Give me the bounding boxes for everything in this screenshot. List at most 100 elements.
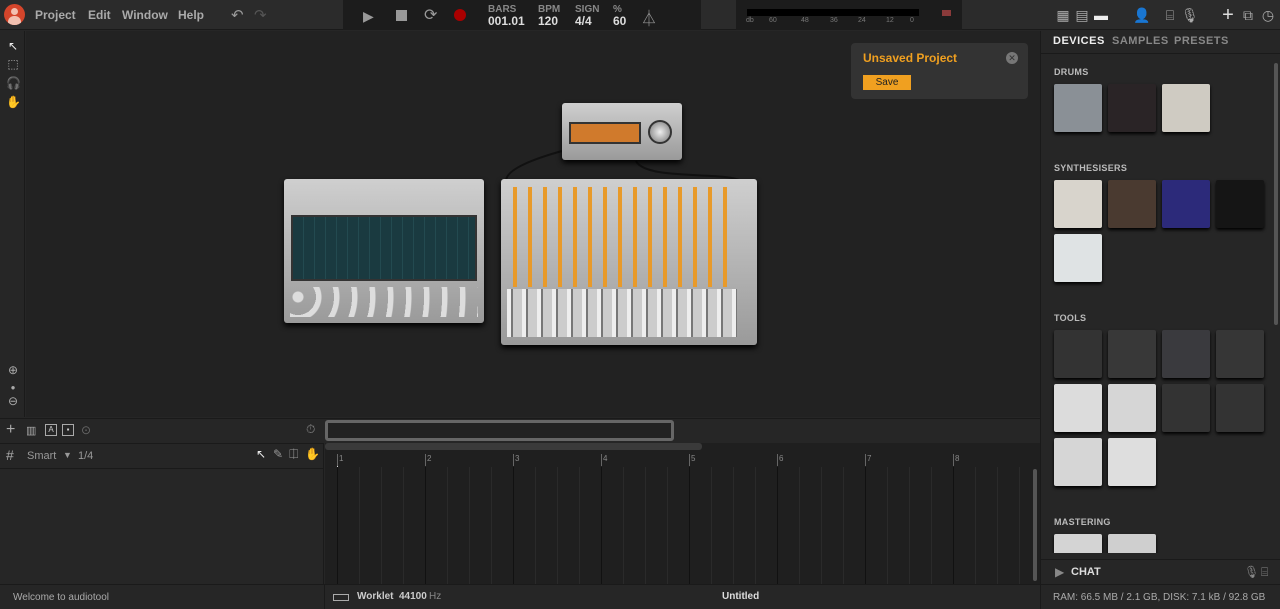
beat-line (733, 467, 734, 584)
menu-help[interactable]: Help (178, 8, 204, 22)
device-tile-mixer[interactable] (1054, 384, 1102, 432)
menu-edit[interactable]: Edit (88, 8, 111, 22)
redo-icon[interactable]: ↷ (254, 6, 267, 24)
percent-value[interactable]: 60 (613, 15, 626, 27)
device-tile-knob[interactable] (1108, 438, 1156, 486)
headphones-icon[interactable]: 🎧 (6, 76, 21, 90)
welcome-message: Welcome to audiotool (13, 592, 109, 603)
menu-window[interactable]: Window (122, 8, 168, 22)
unsaved-project-notification: Unsaved Project ✕ Save (851, 43, 1028, 99)
hand-icon[interactable]: ✋ (6, 95, 21, 109)
device-tile-beatbox-9[interactable] (1162, 84, 1210, 132)
chat-bar[interactable]: ▶ CHAT 🎙 ⌸ (1041, 559, 1280, 584)
device-tile-machiniste[interactable] (1054, 84, 1102, 132)
video-icon[interactable]: ⌸ (1261, 565, 1268, 580)
device-tile-minimixer[interactable] (1054, 534, 1102, 553)
microphone-icon[interactable]: 🎙 (1244, 565, 1259, 579)
tab-samples[interactable]: SAMPLES (1112, 35, 1169, 47)
menu-project[interactable]: Project (35, 8, 76, 22)
device-tile-crossfader-left[interactable] (1162, 384, 1210, 432)
beat-line (909, 467, 910, 584)
expand-icon[interactable]: ▶ (1055, 565, 1064, 579)
tab-devices[interactable]: DEVICES (1053, 35, 1105, 47)
microphone-icon[interactable]: 🎙 (1181, 7, 1199, 23)
panel-scrollbar[interactable] (1274, 63, 1278, 325)
overview-scroller[interactable] (325, 420, 674, 441)
ruler-bar-number: 3 (515, 454, 520, 463)
bars-value[interactable]: 001.01 (488, 15, 525, 27)
layout-3-icon[interactable]: ▬ (1093, 7, 1109, 23)
device-tile-crossfader-right[interactable] (1216, 384, 1264, 432)
save-button[interactable]: Save (863, 75, 911, 90)
beat-line (667, 467, 668, 584)
mixer-device[interactable] (501, 179, 757, 345)
section-title: TOOLS (1054, 313, 1087, 323)
user-avatar[interactable] (4, 4, 25, 25)
device-tile-kobolt[interactable] (1162, 330, 1210, 378)
layout-1-icon[interactable]: ▦ (1055, 7, 1071, 23)
device-tile-pulverisateur[interactable] (1162, 180, 1210, 228)
add-user-icon[interactable]: 👤 (1133, 7, 1150, 23)
timeline-grid[interactable]: 1 2 3 4 5 6 7 8 (325, 443, 1040, 584)
zoom-reset-icon[interactable]: ● (6, 381, 20, 395)
layout-2-icon[interactable]: ▤ (1074, 7, 1090, 23)
undo-icon[interactable]: ↶ (231, 6, 244, 24)
bpm-value[interactable]: 120 (538, 15, 558, 27)
sample-rate-unit: Hz (429, 591, 442, 602)
device-tile-space[interactable] (1054, 234, 1102, 282)
beat-line (1019, 467, 1020, 584)
timeline-scrollbar[interactable] (325, 443, 702, 450)
timeline-vscrollbar[interactable] (1033, 469, 1037, 581)
hand-icon[interactable]: ✋ (305, 447, 320, 461)
section-title: SYNTHESISERS (1054, 163, 1128, 173)
snap-division[interactable]: 1/4 (78, 450, 93, 462)
stop-icon[interactable] (396, 10, 407, 21)
note-track-icon[interactable]: ▥ (26, 424, 36, 437)
record-icon[interactable] (454, 9, 466, 21)
history-icon[interactable]: ◷ (1260, 7, 1276, 23)
project-title: Untitled (722, 591, 760, 602)
vu-meter-device[interactable] (562, 103, 682, 160)
add-icon[interactable]: + (1220, 5, 1236, 25)
section-title: MASTERING (1054, 517, 1111, 527)
grid-icon[interactable]: # (6, 447, 14, 463)
device-tile-rasselbock[interactable] (1108, 330, 1156, 378)
pointer-icon[interactable]: ↖ (6, 39, 20, 53)
timer-icon[interactable]: ⏱ (306, 422, 315, 437)
device-tile-graphical-eq[interactable] (1108, 534, 1156, 553)
zoom-out-icon[interactable]: ⊖ (6, 394, 20, 408)
video-icon[interactable]: ⌸ (1162, 7, 1178, 23)
device-tile-bassline[interactable] (1054, 180, 1102, 228)
beat-line (755, 467, 756, 584)
sequencer-device[interactable] (284, 179, 484, 323)
tab-presets[interactable]: PRESETS (1174, 35, 1229, 47)
sign-value[interactable]: 4/4 (575, 15, 592, 27)
play-icon[interactable]: ▶ (363, 8, 374, 25)
metronome-icon[interactable]: ⏃ (641, 5, 657, 29)
beat-line (711, 467, 712, 584)
add-track-icon[interactable]: + (6, 421, 15, 439)
chevron-down-icon[interactable]: ▼ (63, 450, 72, 460)
device-tile-beatbox-8[interactable] (1108, 84, 1156, 132)
close-icon[interactable]: ✕ (1006, 52, 1018, 64)
snap-mode-dropdown[interactable]: Smart (27, 450, 56, 462)
device-tile-heisenberg[interactable] (1108, 180, 1156, 228)
share-icon[interactable]: ⧉ (1240, 7, 1256, 23)
beat-line (623, 467, 624, 584)
device-tile-tonematrix[interactable] (1216, 180, 1264, 228)
zoom-in-icon[interactable]: ⊕ (6, 363, 20, 377)
device-tile-quantum[interactable] (1054, 438, 1102, 486)
device-tile-audio-track[interactable] (1054, 330, 1102, 378)
device-tile-centroid[interactable] (1216, 330, 1264, 378)
pointer-icon[interactable]: ↖ (256, 447, 266, 461)
ruler-tick (513, 454, 514, 466)
pencil-icon[interactable]: ✎ (273, 447, 283, 461)
select-rect-icon[interactable]: ⬚ (6, 57, 20, 71)
ruler-tick (689, 454, 690, 466)
automation-icon[interactable]: A (45, 424, 57, 436)
follow-icon[interactable]: ⊙ (81, 423, 91, 437)
loop-icon[interactable]: ⟳ (424, 5, 437, 25)
split-icon[interactable]: ⎅ (289, 447, 299, 462)
device-tile-matrix-arpeggiator[interactable] (1108, 384, 1156, 432)
audio-track-icon[interactable]: ▪ (62, 424, 74, 436)
